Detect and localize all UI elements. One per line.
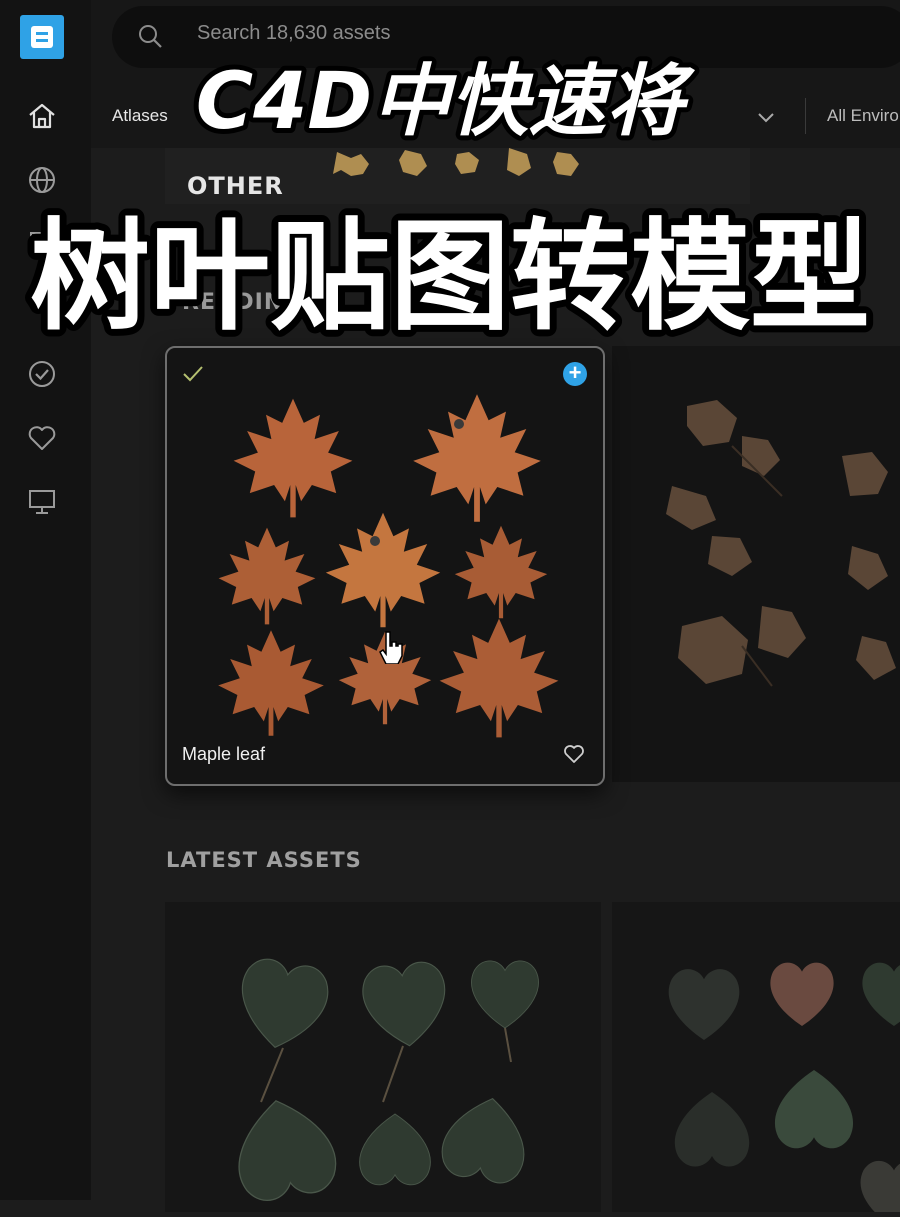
overlay-title-line2: 树叶贴图转模型 <box>30 208 870 347</box>
asset-card-green-leaves[interactable] <box>165 902 601 1212</box>
asset-card-maple-leaf[interactable] <box>165 346 605 786</box>
sidebar <box>0 0 91 1200</box>
hand-cursor-icon <box>378 630 404 665</box>
add-icon[interactable]: + <box>563 362 587 386</box>
globe-icon[interactable] <box>26 164 58 196</box>
app-logo[interactable] <box>20 15 64 59</box>
search-icon[interactable] <box>136 22 164 50</box>
favorite-heart-icon[interactable] <box>563 744 585 764</box>
filter-atlases[interactable]: Atlases <box>112 106 168 126</box>
asset-card-dry-leaves[interactable] <box>612 346 900 782</box>
asset-card-mixed-leaves[interactable] <box>612 902 900 1217</box>
check-circle-icon[interactable] <box>26 358 58 390</box>
section-heading-latest: LATEST ASSETS <box>166 848 362 872</box>
chevron-down-icon[interactable] <box>755 106 777 128</box>
home-icon[interactable] <box>26 100 58 132</box>
selected-check-icon[interactable] <box>182 364 204 384</box>
section-heading-trending: TRENDING <box>166 290 303 315</box>
asset-title: Maple leaf <box>182 744 266 764</box>
search-placeholder: Search 18,630 assets <box>197 22 391 44</box>
tag-icon[interactable] <box>26 228 58 260</box>
monitor-icon[interactable] <box>26 486 58 518</box>
section-heading-other: OTHER <box>187 172 284 200</box>
divider <box>805 98 806 134</box>
heart-icon[interactable] <box>26 422 58 454</box>
filter-environment[interactable]: All Enviro <box>827 106 899 126</box>
